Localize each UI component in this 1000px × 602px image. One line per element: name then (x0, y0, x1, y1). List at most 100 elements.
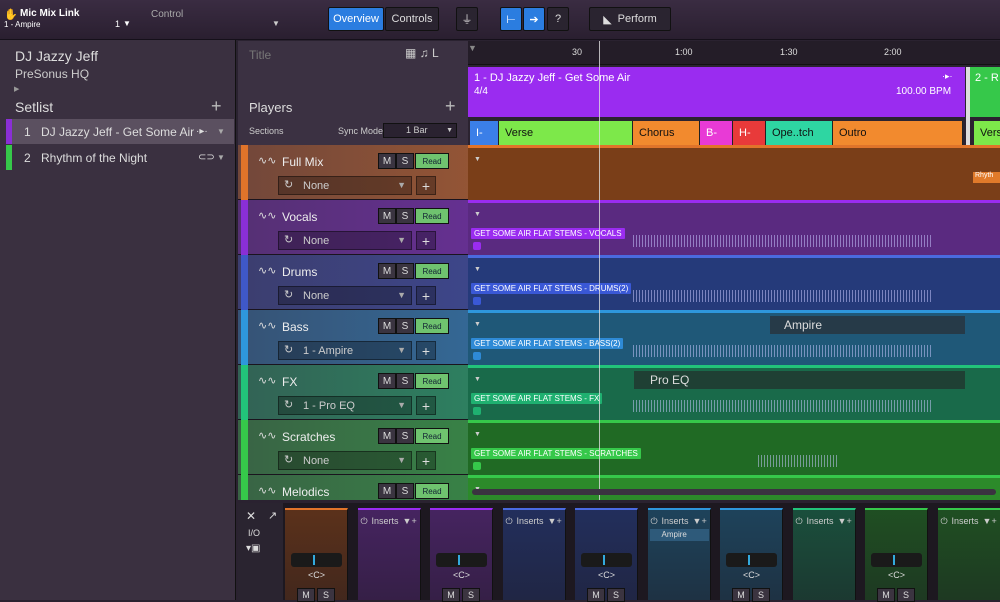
add-insert-icon[interactable]: + (557, 516, 562, 526)
chevron-down-icon[interactable]: ▼ (838, 516, 847, 526)
refresh-icon[interactable]: ↻ (284, 288, 293, 301)
audio-clip-label[interactable]: GET SOME AIR FLAT STEMS - DRUMS(2) (471, 283, 631, 294)
insert-select[interactable]: None▼ (278, 286, 412, 305)
close-icon[interactable]: ✕ (246, 509, 256, 523)
insert-select[interactable]: None▼ (278, 231, 412, 250)
mixer-channel-strip[interactable]: <C> M S (575, 508, 638, 600)
io-label[interactable]: I/O (248, 528, 260, 538)
input-icon[interactable]: ▾▣ (246, 543, 260, 554)
section-open-scratch[interactable]: Ope..tch (766, 121, 833, 145)
pan-knob[interactable] (726, 553, 777, 567)
section-intro[interactable]: I- (470, 121, 499, 145)
overview-button[interactable]: Overview (328, 7, 384, 31)
next-clip[interactable]: Rhyth (973, 172, 1000, 183)
chevron-down-icon[interactable]: ▼ (123, 19, 131, 28)
mixer-channel-strip[interactable]: ⏻ Inserts ▼ +Ampire (648, 508, 711, 600)
automation-read-button[interactable]: Read (415, 153, 449, 169)
refresh-icon[interactable]: ↻ (284, 343, 293, 356)
section-outro[interactable]: Outro (833, 121, 963, 145)
mixer-channel-strip[interactable]: <C> M S (865, 508, 928, 600)
solo-button[interactable]: S (396, 373, 414, 389)
syncmode-select[interactable]: 1 Bar▼ (383, 123, 457, 138)
add-insert-button[interactable]: + (416, 341, 436, 360)
chevron-down-icon[interactable]: ▼ (217, 127, 225, 136)
pan-knob[interactable] (436, 553, 487, 567)
track-header[interactable]: ∿∿ FX M S Read 1 - Pro EQ▼ ↻ + (238, 365, 468, 420)
mute-button[interactable]: M (378, 318, 396, 334)
timeline-ruler[interactable]: 30 1:00 1:30 2:00 ▼ (468, 41, 1000, 65)
solo-button[interactable]: S (396, 428, 414, 444)
insert-select[interactable]: None▼ (278, 451, 412, 470)
refresh-icon[interactable]: ↻ (284, 233, 293, 246)
power-icon[interactable]: ⏻ (361, 516, 368, 527)
song-number[interactable]: 1 (115, 19, 120, 29)
fx-insert-label[interactable]: Pro EQ (634, 371, 965, 389)
add-insert-button[interactable]: + (416, 231, 436, 250)
chevron-down-icon[interactable]: ▼ (403, 516, 412, 526)
track-header[interactable]: ∿∿ Vocals M S Read None▼ ↻ + (238, 200, 468, 255)
chevron-down-icon[interactable]: ▼ (983, 516, 992, 526)
add-insert-icon[interactable]: + (412, 516, 417, 526)
automation-read-button[interactable]: Read (415, 263, 449, 279)
next-song-block[interactable]: 2 - R (970, 67, 1000, 117)
add-insert-button[interactable]: + (416, 396, 436, 415)
automation-read-button[interactable]: Read (415, 318, 449, 334)
control-dropdown-icon[interactable]: ▼ (272, 19, 280, 28)
track-lane[interactable]: ▼ (468, 145, 1000, 200)
expand-arrow-icon[interactable]: ↗ (268, 509, 277, 522)
section-verse[interactable]: Verse (499, 121, 633, 145)
section-b[interactable]: B- (700, 121, 733, 145)
mixer-channel-strip[interactable]: ⏻ Inserts ▼ + (503, 508, 566, 600)
song-selector[interactable]: 1 - Ampire (4, 20, 40, 29)
playhead-marker-icon[interactable]: ▼ (468, 43, 477, 53)
audio-clip-label[interactable]: GET SOME AIR FLAT STEMS - SCRATCHES (471, 448, 641, 459)
audio-clip-label[interactable]: GET SOME AIR FLAT STEMS - FX (471, 393, 602, 404)
solo-button[interactable]: S (396, 318, 414, 334)
mute-button[interactable]: M (378, 263, 396, 279)
power-icon[interactable]: ⏻ (506, 516, 513, 527)
automation-read-button[interactable]: Read (415, 428, 449, 444)
solo-button[interactable]: S (396, 208, 414, 224)
add-song-icon[interactable]: + (211, 96, 222, 117)
add-insert-icon[interactable]: + (702, 516, 707, 526)
bass-insert-label[interactable]: Ampire (770, 316, 965, 334)
audio-clip-label[interactable]: GET SOME AIR FLAT STEMS - VOCALS (471, 228, 625, 239)
insert-slot[interactable]: Ampire (650, 529, 709, 541)
pan-knob[interactable] (871, 553, 922, 567)
track-header[interactable]: ∿∿ Scratches M S Read None▼ ↻ + (238, 420, 468, 475)
power-icon[interactable]: ⏻ (796, 516, 803, 527)
title-field[interactable]: Title (249, 48, 271, 62)
mute-button[interactable]: M (378, 428, 396, 444)
pan-knob[interactable] (291, 553, 342, 567)
solo-button[interactable]: S (396, 483, 414, 499)
mute-button[interactable]: M (378, 208, 396, 224)
automation-read-button[interactable]: Read (415, 483, 449, 499)
track-lane[interactable]: ▼ (468, 475, 1000, 500)
link-icon[interactable]: ⊂⊃ (198, 152, 215, 163)
follow-arrow-icon[interactable]: ➔ (523, 7, 545, 31)
add-insert-button[interactable]: + (416, 176, 436, 195)
add-insert-button[interactable]: + (416, 286, 436, 305)
setlist-song-row[interactable]: 1 DJ Jazzy Jeff - Get Some Air ·▸· ▼ (6, 119, 234, 144)
metronome-icon[interactable]: ⏚ (456, 7, 478, 31)
chevron-down-icon[interactable]: ▼ (548, 516, 557, 526)
add-insert-icon[interactable]: + (847, 516, 852, 526)
mixer-channel-strip[interactable]: <C> M S (285, 508, 348, 600)
power-icon[interactable]: ⏻ (941, 516, 948, 527)
section-chorus[interactable]: Chorus (633, 121, 700, 145)
automation-read-button[interactable]: Read (415, 373, 449, 389)
pan-knob[interactable] (581, 553, 632, 567)
mute-button[interactable]: M (378, 153, 396, 169)
refresh-icon[interactable]: ↻ (284, 453, 293, 466)
horizontal-scrollbar[interactable] (472, 489, 996, 495)
track-lane[interactable]: ▼GET SOME AIR FLAT STEMS - VOCALS (468, 200, 1000, 255)
controls-button[interactable]: Controls (385, 7, 439, 31)
add-insert-icon[interactable]: + (992, 516, 997, 526)
insert-select[interactable]: 1 - Ampire▼ (278, 341, 412, 360)
audio-clip-label[interactable]: GET SOME AIR FLAT STEMS - BASS(2) (471, 338, 623, 349)
insert-select[interactable]: 1 - Pro EQ▼ (278, 396, 412, 415)
loop-start-icon[interactable]: ⊢ (500, 7, 522, 31)
setlist-song-row[interactable]: 2 Rhythm of the Night ⊂⊃ ▼ (6, 145, 234, 170)
track-header[interactable]: ∿∿ Melodics M S Read (238, 475, 468, 500)
power-icon[interactable]: ⏻ (651, 516, 658, 527)
